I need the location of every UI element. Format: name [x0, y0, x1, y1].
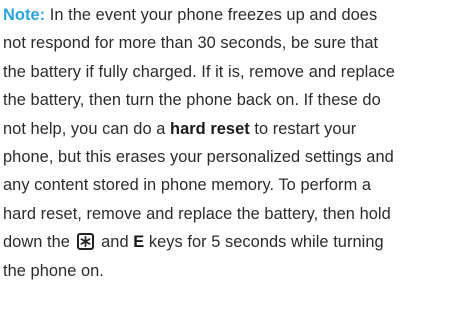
note-text: and	[96, 233, 134, 252]
note-text: to restart your	[249, 119, 357, 138]
note-line-4: the battery, then turn the phone back on…	[3, 91, 381, 110]
star-key-icon	[76, 233, 94, 251]
note-line-3: the battery if fully charged. If it is, …	[3, 62, 395, 81]
note-line-10: the phone on.	[3, 261, 104, 280]
note-text: down the	[3, 233, 75, 252]
note-line-9: down the and E keys for 5 seconds while …	[3, 228, 461, 256]
hard-reset-term: hard reset	[170, 119, 250, 138]
note-line-7: any content stored in phone memory. To p…	[3, 176, 372, 195]
note-line-6: phone, but this erases your personalized…	[3, 148, 394, 167]
note-text: In the event your phone freezes up and d…	[45, 6, 378, 24]
note-line-1: Note: In the event your phone freezes up…	[3, 1, 461, 29]
note-line-5: not help, you can do a hard reset to res…	[3, 115, 461, 143]
note-text: not help, you can do a	[3, 119, 171, 138]
note-line-2: not respond for more than 30 seconds, be…	[3, 34, 379, 53]
note-label: Note:	[3, 6, 46, 24]
note-line-8: hard reset, remove and replace the batte…	[3, 204, 391, 223]
note-paragraph: Note: In the event your phone freezes up…	[3, 0, 461, 285]
e-key-label: E	[133, 233, 145, 252]
note-text: keys for 5 seconds while turning	[144, 233, 384, 252]
